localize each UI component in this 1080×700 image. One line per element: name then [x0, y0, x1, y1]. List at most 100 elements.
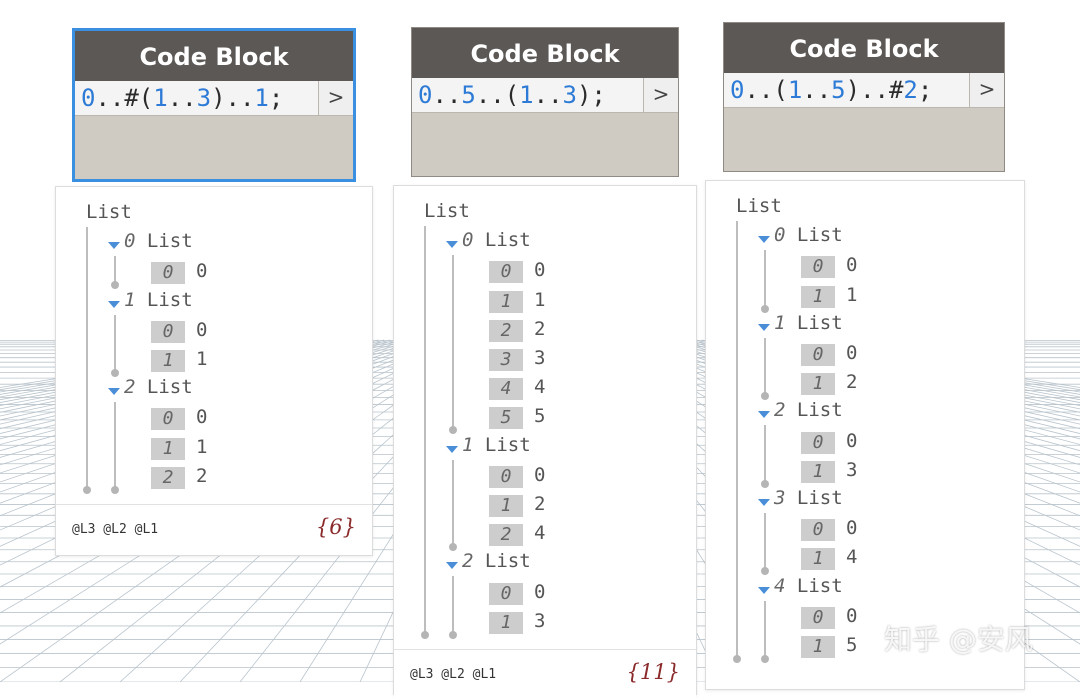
code-number-literal: 0	[81, 84, 96, 112]
item-index-box: 1	[151, 437, 185, 460]
expand-arrow-icon[interactable]	[758, 236, 770, 244]
node-header[interactable]: Code Block	[724, 23, 1004, 73]
sublist-branch-line	[114, 402, 116, 488]
code-block-node-2[interactable]: Code Block 0..5..(1..3); >	[411, 27, 679, 177]
item-value: 2	[534, 317, 546, 340]
preview-panel-2[interactable]: List 0 List 0 0 1 1 2 2 3 3 4 4 5 5 1 List 0 0 1 2 2 4 2 List…	[393, 185, 697, 700]
item-index-box: 0	[801, 256, 835, 279]
sublist-label: 2 List	[774, 399, 843, 421]
item-index-box: 1	[489, 495, 523, 517]
code-block-node-1[interactable]: Code Block 0..#(1..3)..1; >	[72, 28, 356, 182]
root-list-label: List	[424, 200, 470, 222]
sublist-word: List	[473, 229, 531, 252]
code-input[interactable]: 0..5..(1..3); >	[412, 78, 678, 113]
code-block-node-3[interactable]: Code Block 0..(1..5)..#2; >	[723, 22, 1005, 172]
item-value: 3	[846, 458, 858, 481]
node-header[interactable]: Code Block	[412, 28, 678, 78]
root-end-dot	[421, 630, 429, 639]
run-button[interactable]: >	[969, 73, 1004, 107]
expand-arrow-icon[interactable]	[758, 323, 770, 331]
item-value: 0	[846, 254, 858, 277]
item-value: 3	[534, 347, 546, 369]
expand-arrow-icon[interactable]	[758, 499, 770, 506]
expand-arrow-icon[interactable]	[108, 388, 120, 396]
expand-arrow-icon[interactable]	[446, 241, 458, 249]
code-text[interactable]: 0..5..(1..3);	[418, 78, 606, 112]
item-index-box: 1	[489, 290, 523, 313]
item-index-box: 0	[801, 431, 835, 454]
branch-end-dot	[761, 655, 769, 663]
item-value: 2	[534, 493, 546, 515]
item-index-box: 1	[489, 611, 523, 634]
code-number-literal: 3	[196, 84, 212, 112]
item-index-box: 1	[151, 350, 185, 372]
preview-footer: @L3 @L2 @L1 {11}	[394, 649, 696, 700]
sublist-index: 1	[124, 288, 136, 311]
preview-panel-1[interactable]: List 0 List 0 0 1 List 0 0 1 1 2 List 0 0 1 1 2 2 @L3 @…	[55, 186, 373, 556]
code-number-literal: 1	[519, 81, 534, 109]
sublist-index: 1	[774, 311, 786, 334]
branch-end-dot	[761, 304, 769, 313]
sublist-branch-line	[764, 250, 766, 307]
item-value: 4	[534, 376, 546, 399]
item-index-box: 1	[801, 373, 835, 396]
branch-end-dot	[111, 485, 119, 494]
node-header[interactable]: Code Block	[75, 31, 353, 81]
list-levels[interactable]: @L3 @L2 @L1	[410, 667, 496, 682]
run-button[interactable]: >	[643, 78, 678, 112]
branch-end-dot	[449, 426, 457, 435]
item-value: 5	[534, 405, 546, 428]
item-index-box: 0	[801, 606, 835, 629]
sublist-label: 1 List	[774, 312, 843, 334]
expand-arrow-icon[interactable]	[108, 242, 120, 250]
sublist-index: 4	[774, 574, 786, 597]
branch-end-dot	[111, 281, 119, 290]
expand-arrow-icon[interactable]	[446, 562, 458, 570]
item-index-box: 2	[489, 319, 523, 342]
expand-arrow-icon[interactable]	[758, 586, 770, 594]
item-index-box: 0	[489, 582, 523, 605]
code-text[interactable]: 0..(1..5)..#2;	[730, 73, 932, 107]
code-token: ..	[432, 81, 462, 109]
preview-panel-3[interactable]: List 0 List 0 0 1 1 1 List 0 0 1 2 2 List 0 0 1 3 3 List…	[705, 180, 1025, 690]
root-list-label: List	[736, 195, 782, 217]
code-text[interactable]: 0..#(1..3)..1;	[81, 81, 283, 115]
sublist-index: 2	[124, 376, 136, 399]
item-value: 2	[196, 464, 208, 487]
sublist-word: List	[473, 550, 531, 573]
sublist-index: 0	[462, 229, 474, 252]
item-value: 4	[534, 522, 546, 545]
code-number-literal: 1	[787, 76, 803, 104]
code-input[interactable]: 0..(1..5)..#2; >	[724, 73, 1004, 108]
code-input[interactable]: 0..#(1..3)..1; >	[75, 81, 353, 116]
code-number-literal: 1	[153, 84, 168, 112]
code-token: ..	[533, 81, 563, 109]
code-token: )..	[211, 84, 255, 112]
sublist-word: List	[785, 224, 843, 247]
list-levels[interactable]: @L3 @L2 @L1	[72, 522, 158, 537]
item-index-box: 0	[801, 344, 835, 366]
item-value: 5	[846, 634, 858, 656]
code-token: ..(	[475, 81, 520, 109]
item-value: 0	[196, 260, 208, 283]
code-token: ;	[268, 84, 284, 112]
sublist-label: 3 List	[774, 487, 843, 509]
sublist-label: 1 List	[124, 289, 193, 311]
sublist-word: List	[785, 311, 843, 334]
code-token: ..#(	[95, 84, 154, 112]
branch-end-dot	[761, 392, 769, 401]
run-button[interactable]: >	[318, 81, 353, 115]
expand-arrow-icon[interactable]	[108, 300, 120, 308]
sublist-word: List	[785, 487, 843, 509]
sublist-label: 2 List	[462, 550, 531, 572]
expand-arrow-icon[interactable]	[446, 445, 458, 453]
sublist-index: 1	[462, 433, 474, 456]
code-token: ..(	[744, 76, 788, 104]
sublist-label: 4 List	[774, 575, 843, 597]
item-count: {6}	[315, 515, 356, 539]
item-value: 0	[534, 463, 546, 486]
root-branch-line	[86, 227, 88, 488]
expand-arrow-icon[interactable]	[758, 411, 770, 419]
sublist-word: List	[785, 574, 843, 597]
item-index-box: 1	[801, 285, 835, 308]
